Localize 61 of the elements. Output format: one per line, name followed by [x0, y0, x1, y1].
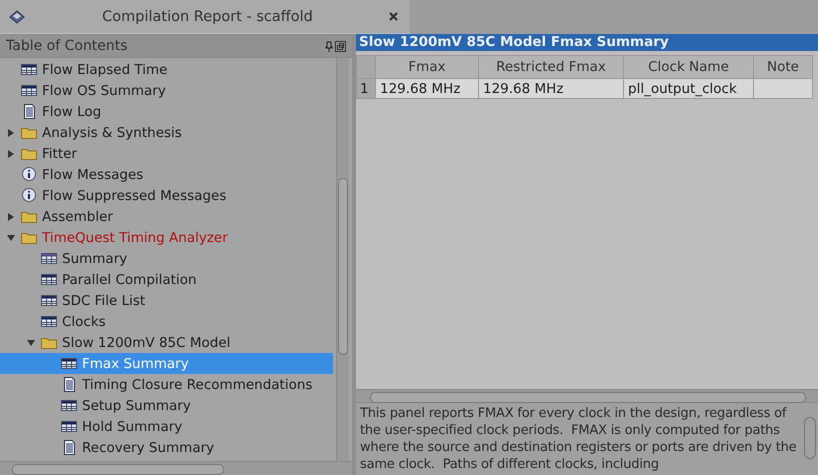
tree-item[interactable]: Recovery Summary [0, 437, 333, 458]
table-icon [61, 419, 77, 434]
table-cell: pll_output_clock [624, 78, 754, 98]
scrollbar[interactable] [356, 389, 818, 403]
tree-item[interactable]: Flow OS Summary [0, 80, 333, 101]
table-icon [61, 398, 77, 413]
folder-icon [21, 230, 37, 245]
info-icon [21, 188, 37, 203]
scrollbar[interactable] [0, 461, 352, 475]
row-number: 1 [356, 78, 376, 98]
tree-item[interactable]: Analysis & Synthesis [0, 122, 333, 143]
table-icon [41, 314, 57, 329]
column-header[interactable]: Note [754, 56, 812, 78]
panel-title: Table of Contents [6, 38, 129, 54]
info-icon [21, 167, 37, 182]
tree-item[interactable]: Setup Summary [0, 395, 333, 416]
expand-icon[interactable] [7, 128, 15, 136]
tree-item[interactable]: Flow Messages [0, 164, 333, 185]
column-header[interactable]: Clock Name [624, 56, 754, 78]
close-icon[interactable] [389, 12, 398, 21]
scrollbar[interactable] [336, 58, 349, 461]
expand-icon[interactable] [7, 212, 15, 220]
column-header[interactable]: Restricted Fmax [478, 56, 624, 78]
document-icon [61, 440, 77, 455]
folder-icon [41, 335, 57, 350]
collapse-icon[interactable] [7, 234, 15, 242]
float-icon[interactable] [335, 40, 346, 52]
document-icon [61, 377, 77, 392]
column-header[interactable]: Fmax [376, 56, 478, 78]
tree-item[interactable]: Flow Log [0, 101, 333, 122]
tree-item[interactable]: Flow Suppressed Messages [0, 185, 333, 206]
tree-item[interactable]: Hold Summary [0, 416, 333, 437]
table-cell: 129.68 MHz [478, 78, 624, 98]
table-icon [61, 356, 77, 371]
folder-icon [21, 125, 37, 140]
table-icon [21, 62, 37, 77]
folder-icon [21, 209, 37, 224]
table-icon [41, 293, 57, 308]
tree-item[interactable]: Flow Elapsed Time [0, 59, 333, 80]
collapse-icon[interactable] [27, 338, 35, 346]
tree-item[interactable]: Parallel Compilation [0, 269, 333, 290]
tree-item[interactable]: Clocks [0, 311, 333, 332]
report-title: Slow 1200mV 85C Model Fmax Summary [356, 34, 818, 51]
table-icon [41, 251, 57, 266]
tree-item[interactable]: Assembler [0, 206, 333, 227]
tree-item[interactable]: Fmax Summary [0, 353, 333, 374]
tree-item[interactable]: Fitter [0, 143, 333, 164]
pin-icon[interactable] [325, 40, 333, 52]
document-icon [21, 104, 37, 119]
app-icon [8, 8, 26, 24]
window-title: Compilation Report - scaffold [101, 8, 314, 24]
folder-icon [21, 146, 37, 161]
table-cell: 129.68 MHz [376, 78, 478, 98]
table-icon [41, 272, 57, 287]
tree-item[interactable]: Timing Closure Recommendations [0, 374, 333, 395]
description-text: This panel reports FMAX for every clock in the design, regardless of the user-specified clock periods. FMAX is only computed for paths where the source and destination registers or ports are driven by the same clock. Paths of different clocks, including [359, 405, 798, 474]
tree-item[interactable]: SDC File List [0, 290, 333, 311]
tree-item[interactable]: Summary [0, 248, 333, 269]
tree-item[interactable]: Slow 1200mV 85C Model [0, 332, 333, 353]
table-icon [21, 83, 37, 98]
expand-icon[interactable] [7, 150, 15, 158]
